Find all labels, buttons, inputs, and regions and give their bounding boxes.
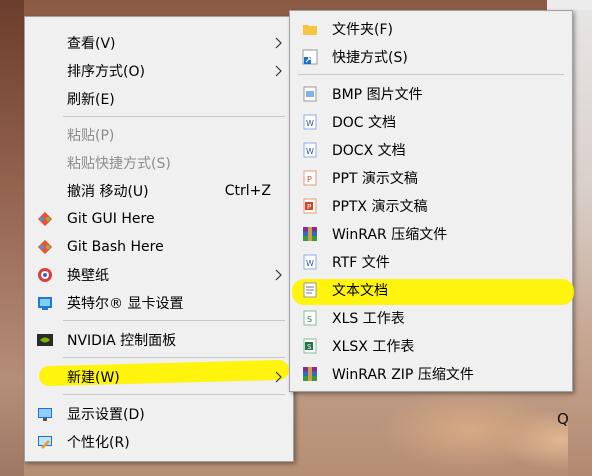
chevron-right-icon (275, 269, 282, 281)
menu-item-undo-move[interactable]: 撤消 移动(U) Ctrl+Z (27, 177, 291, 205)
word-docx-icon: W (303, 142, 317, 158)
pptx-icon: P (303, 198, 317, 214)
menu-item-intel-graphics[interactable]: 英特尔® 显卡设置 (27, 289, 291, 317)
submenu-item-bmp[interactable]: BMP 图片文件 (292, 80, 570, 108)
xlsx-icon: S (303, 338, 317, 354)
menu-item-view[interactable]: 查看(V) (27, 29, 291, 57)
submenu-item-docx[interactable]: W DOCX 文档 (292, 136, 570, 164)
menu-item-sort-by[interactable]: 排序方式(O) (27, 57, 291, 85)
display-icon (38, 408, 52, 421)
ppt-icon: P (303, 170, 317, 186)
desktop-wallpaper-left (0, 0, 24, 476)
submenu-item-folder[interactable]: 文件夹(F) (292, 15, 570, 43)
git-bash-icon (37, 239, 53, 255)
svg-text:S: S (307, 315, 312, 324)
word-doc-icon: W (303, 114, 317, 130)
submenu-item-winrar-zip[interactable]: WinRAR ZIP 压缩文件 (292, 360, 570, 388)
menu-item-change-wallpaper[interactable]: 换壁纸 (27, 261, 291, 289)
svg-text:P: P (307, 175, 312, 184)
menu-item-display-settings[interactable]: 显示设置(D) (27, 400, 291, 428)
menu-item-paste-shortcut[interactable]: 粘贴快捷方式(S) (27, 149, 291, 177)
wallpaper-icon (38, 268, 52, 282)
folder-icon (303, 25, 317, 35)
submenu-item-winrar[interactable]: WinRAR 压缩文件 (292, 220, 570, 248)
menu-separator (63, 357, 285, 358)
submenu-item-shortcut[interactable]: 快捷方式(S) (292, 43, 570, 71)
chevron-right-icon (275, 65, 282, 77)
svg-text:W: W (306, 259, 314, 268)
chevron-right-icon (275, 37, 282, 49)
desktop-window-edge (547, 0, 592, 10)
submenu-item-rtf[interactable]: W RTF 文件 (292, 248, 570, 276)
submenu-item-xlsx[interactable]: S XLSX 工作表 (292, 332, 570, 360)
rtf-icon: W (303, 254, 317, 270)
svg-text:S: S (307, 343, 312, 351)
menu-separator (63, 116, 285, 117)
intel-graphics-icon (38, 297, 52, 310)
svg-text:W: W (306, 147, 314, 156)
svg-text:W: W (306, 119, 314, 128)
menu-item-paste[interactable]: 粘贴(P) (27, 121, 291, 149)
shortcut-icon (302, 49, 318, 65)
chevron-right-icon (275, 371, 282, 383)
submenu-item-text-document[interactable]: 文本文档 (292, 276, 570, 304)
winrar-icon (303, 227, 317, 241)
nvidia-icon (37, 334, 53, 346)
bmp-file-icon (303, 86, 317, 102)
menu-separator (63, 394, 285, 395)
menu-separator (63, 320, 285, 321)
submenu-item-pptx[interactable]: P PPTX 演示文稿 (292, 192, 570, 220)
svg-text:P: P (307, 203, 311, 211)
submenu-item-ppt[interactable]: P PPT 演示文稿 (292, 164, 570, 192)
submenu-item-xls[interactable]: S XLS 工作表 (292, 304, 570, 332)
text-document-icon (303, 282, 317, 298)
winrar-zip-icon (303, 367, 317, 381)
menu-item-personalize[interactable]: 个性化(R) (27, 428, 291, 456)
desktop-context-menu: 查看(V) 排序方式(O) 刷新(E) 粘贴(P) 粘贴快捷方式(S) 撤消 移… (24, 16, 294, 462)
menu-separator (298, 74, 564, 75)
new-submenu: 文件夹(F) 快捷方式(S) BMP 图片文件 W DOC 文档 W DOCX … (289, 10, 574, 392)
personalize-icon (38, 436, 52, 449)
menu-item-nvidia-control[interactable]: NVIDIA 控制面板 (27, 326, 291, 354)
menu-item-new[interactable]: 新建(W) (27, 363, 291, 391)
menu-item-refresh[interactable]: 刷新(E) (27, 85, 291, 113)
git-gui-icon (37, 211, 53, 227)
desktop-icon-label: Q (557, 410, 569, 428)
xls-icon: S (303, 310, 317, 326)
menu-item-git-bash[interactable]: Git Bash Here (27, 233, 291, 261)
menu-item-git-gui[interactable]: Git GUI Here (27, 205, 291, 233)
shortcut-label: Ctrl+Z (224, 183, 271, 199)
submenu-item-doc[interactable]: W DOC 文档 (292, 108, 570, 136)
